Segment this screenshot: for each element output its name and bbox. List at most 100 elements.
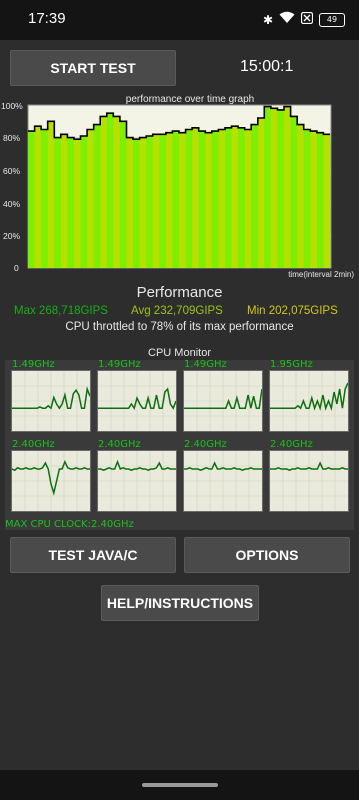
performance-bar xyxy=(41,129,48,269)
core-frequency: 2.40GHz xyxy=(12,439,55,450)
help-instructions-button[interactable]: HELP/INSTRUCTIONS xyxy=(101,585,259,621)
avg-performance: Avg 232,709GIPS xyxy=(131,305,223,317)
performance-bar xyxy=(316,132,324,268)
performance-bar xyxy=(257,118,265,268)
performance-bar xyxy=(152,134,160,268)
performance-bar xyxy=(126,137,134,268)
core-frequency: 1.95GHz xyxy=(270,359,313,370)
performance-bar xyxy=(211,131,219,268)
performance-bar xyxy=(270,108,278,268)
core-frequency: 1.49GHz xyxy=(12,359,55,370)
core-chart xyxy=(11,451,90,511)
performance-bar xyxy=(28,131,35,268)
performance-bar xyxy=(192,127,199,268)
test-timer: 15:00:1 xyxy=(240,58,294,75)
y-tick-label: 100% xyxy=(1,101,23,111)
core-chart xyxy=(12,371,91,431)
cpu-core-graph xyxy=(269,450,349,512)
test-java-button[interactable]: TEST JAVA/C xyxy=(10,537,176,573)
y-tick-label: 80% xyxy=(3,133,20,143)
performance-bar xyxy=(113,116,121,269)
performance-bar xyxy=(80,136,88,268)
performance-bar xyxy=(310,131,318,268)
performance-bar xyxy=(106,113,114,268)
status-bar: 17:39 ✱ 49 xyxy=(0,0,359,40)
gesture-handle[interactable] xyxy=(142,783,218,787)
status-icons: ✱ 49 xyxy=(263,11,345,28)
y-tick-label: 40% xyxy=(3,199,20,209)
performance-bar xyxy=(251,124,259,268)
cpu-monitor-panel: 1.49GHz 1.49GHz 1.49GHz 1.95GHz 2.40GHz 2.40G… xyxy=(5,359,354,530)
min-performance: Min 202,075GIPS xyxy=(247,305,338,317)
performance-title: Performance xyxy=(136,284,223,301)
performance-bar xyxy=(179,132,186,268)
performance-bar xyxy=(172,131,180,268)
throttle-note: CPU throttled to 78% of its max performa… xyxy=(65,321,294,333)
bluetooth-icon: ✱ xyxy=(262,12,273,27)
performance-bar xyxy=(34,126,42,268)
core-chart xyxy=(98,371,177,431)
performance-stats: Max 268,718GIPS Avg 232,709GIPS Min 202,… xyxy=(0,305,359,319)
performance-bar xyxy=(264,106,272,268)
core-frequency: 2.40GHz xyxy=(184,439,227,450)
performance-bar xyxy=(290,116,298,269)
core-frequency: 1.49GHz xyxy=(184,359,227,370)
cpu-core-graph xyxy=(97,370,177,432)
performance-bar xyxy=(205,132,213,268)
performance-bar xyxy=(119,121,127,268)
cpu-monitor-title: CPU Monitor xyxy=(148,347,211,359)
navigation-bar xyxy=(0,770,359,800)
start-test-button[interactable]: START TEST xyxy=(10,50,176,86)
performance-bar xyxy=(277,109,285,269)
x-axis-label: time(interval 2min) xyxy=(288,270,354,279)
core-chart xyxy=(184,371,263,431)
performance-bar xyxy=(244,129,252,269)
core-frequency: 2.40GHz xyxy=(98,439,141,450)
cpu-core-graph xyxy=(269,370,349,432)
close-box-icon xyxy=(300,11,314,28)
performance-bar xyxy=(93,124,101,268)
core-chart xyxy=(270,451,348,511)
performance-bar xyxy=(198,131,206,268)
graph-title: performance over time graph xyxy=(126,94,254,105)
performance-bar xyxy=(146,136,154,268)
performance-bar xyxy=(323,134,331,268)
performance-bar xyxy=(185,129,193,269)
performance-bar xyxy=(54,137,62,268)
performance-bar xyxy=(284,106,291,268)
core-chart xyxy=(184,451,262,511)
performance-graph: performance over time graph 100% 80% 60%… xyxy=(1,94,354,279)
performance-bar xyxy=(303,129,311,269)
performance-bar xyxy=(87,129,94,269)
max-performance: Max 268,718GIPS xyxy=(14,305,108,317)
performance-bar xyxy=(159,134,167,268)
core-chart xyxy=(270,371,349,431)
options-button[interactable]: OPTIONS xyxy=(184,537,350,573)
performance-bar xyxy=(133,139,140,268)
performance-bar xyxy=(218,129,226,269)
y-tick-label: 60% xyxy=(3,166,20,176)
status-time: 17:39 xyxy=(28,10,66,27)
performance-bar xyxy=(231,126,239,268)
cpu-core-graph xyxy=(183,370,263,432)
battery-icon: 49 xyxy=(319,12,345,27)
performance-bar xyxy=(297,124,305,268)
cpu-core-graph xyxy=(97,450,177,512)
cpu-core-graph xyxy=(11,370,91,432)
performance-bar xyxy=(47,121,55,268)
performance-bar xyxy=(60,134,68,268)
performance-bar xyxy=(225,127,232,268)
core-frequency: 2.40GHz xyxy=(270,439,313,450)
cpu-core-graph xyxy=(11,450,91,512)
cpu-core-graph xyxy=(183,450,263,512)
performance-bar xyxy=(165,132,173,268)
core-chart xyxy=(98,451,176,511)
y-tick-label: 20% xyxy=(3,231,20,241)
core-frequency: 1.49GHz xyxy=(98,359,141,370)
performance-bar xyxy=(74,139,81,268)
y-tick-label: 0 xyxy=(14,263,19,273)
performance-bar xyxy=(100,116,108,269)
max-cpu-clock: MAX CPU CLOCK:2.40GHz xyxy=(5,519,134,530)
wifi-icon xyxy=(279,11,295,28)
performance-bar xyxy=(67,137,75,268)
